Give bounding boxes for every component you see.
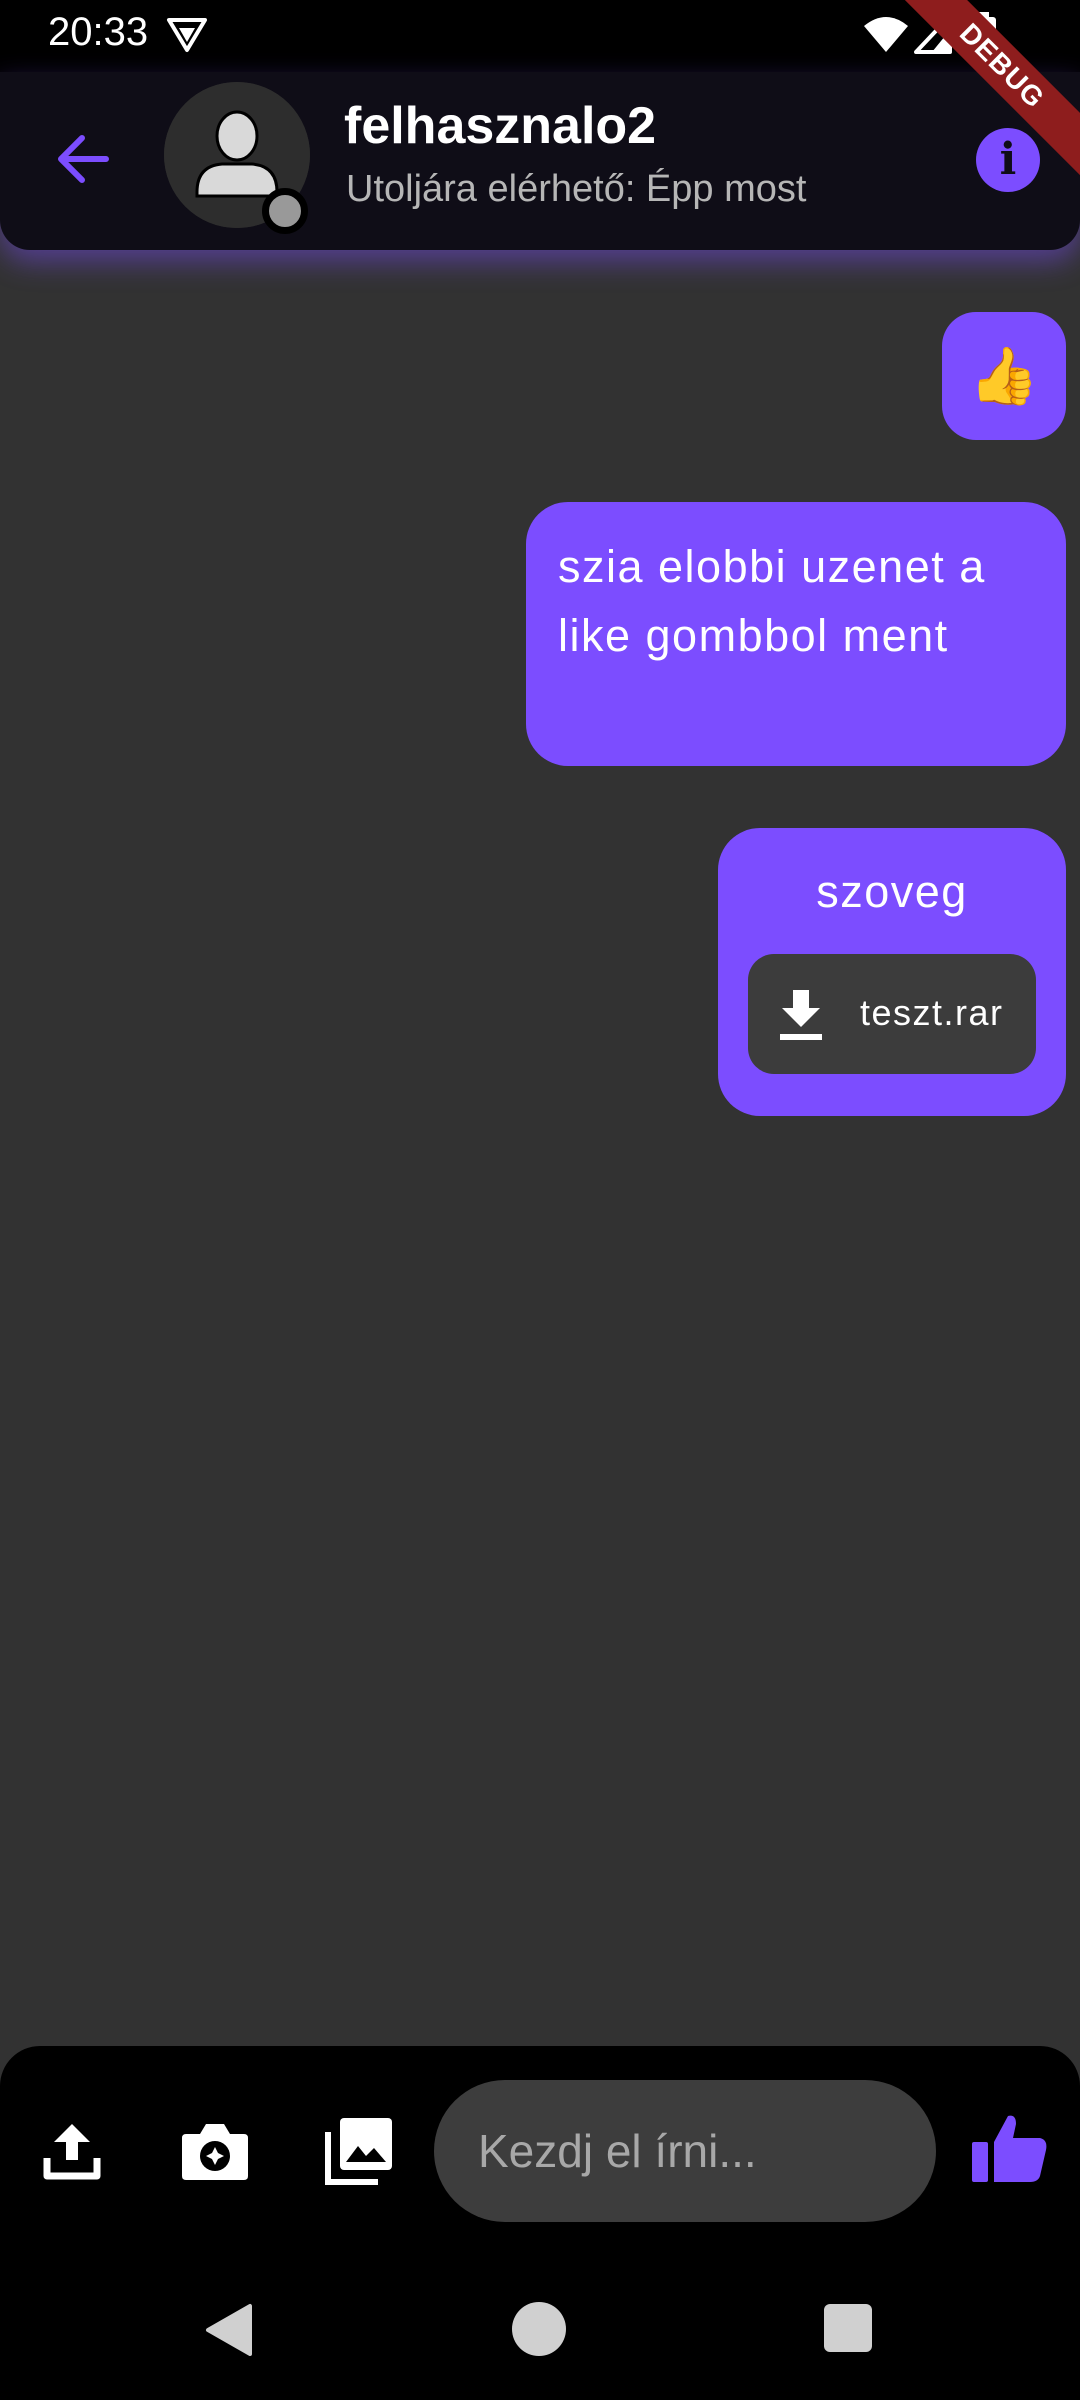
- gallery-icon[interactable]: [324, 2116, 394, 2186]
- chat-screen: 20:33 DEBUG felhasznalo2 Utoljára elérhe…: [0, 0, 1080, 2400]
- message-text: szia elobbi uzenet a like gombbol ment: [558, 541, 986, 661]
- info-button[interactable]: i: [976, 128, 1040, 192]
- file-name: teszt.rar: [860, 992, 1004, 1033]
- wifi-icon: [864, 17, 908, 52]
- contact-name[interactable]: felhasznalo2: [344, 96, 656, 156]
- message-bubble-file[interactable]: szoveg teszt.rar: [718, 828, 1066, 1116]
- nav-home-icon[interactable]: [512, 2302, 566, 2356]
- message-bubble-emoji[interactable]: 👍: [942, 312, 1066, 440]
- message-composer: [0, 2046, 1080, 2272]
- vpn-icon: [167, 18, 207, 52]
- message-input[interactable]: [434, 2080, 936, 2222]
- nav-recents-icon[interactable]: [824, 2304, 872, 2352]
- message-caption: szoveg: [816, 866, 968, 917]
- nav-back-icon[interactable]: [204, 2302, 254, 2358]
- last-seen-status: Utoljára elérhető: Épp most: [346, 168, 807, 210]
- presence-indicator: [262, 188, 308, 234]
- status-time: 20:33: [48, 10, 149, 54]
- chat-header: felhasznalo2 Utoljára elérhető: Épp most…: [0, 72, 1080, 250]
- upload-icon[interactable]: [42, 2120, 102, 2182]
- navigation-bar: [0, 2272, 1080, 2400]
- camera-icon[interactable]: [180, 2120, 250, 2182]
- file-attachment[interactable]: teszt.rar: [748, 954, 1036, 1074]
- back-arrow-icon[interactable]: [48, 124, 118, 194]
- thumbs-up-icon[interactable]: [970, 2112, 1048, 2184]
- message-bubble-text[interactable]: szia elobbi uzenet a like gombbol ment: [526, 502, 1066, 766]
- download-icon: [780, 990, 822, 1040]
